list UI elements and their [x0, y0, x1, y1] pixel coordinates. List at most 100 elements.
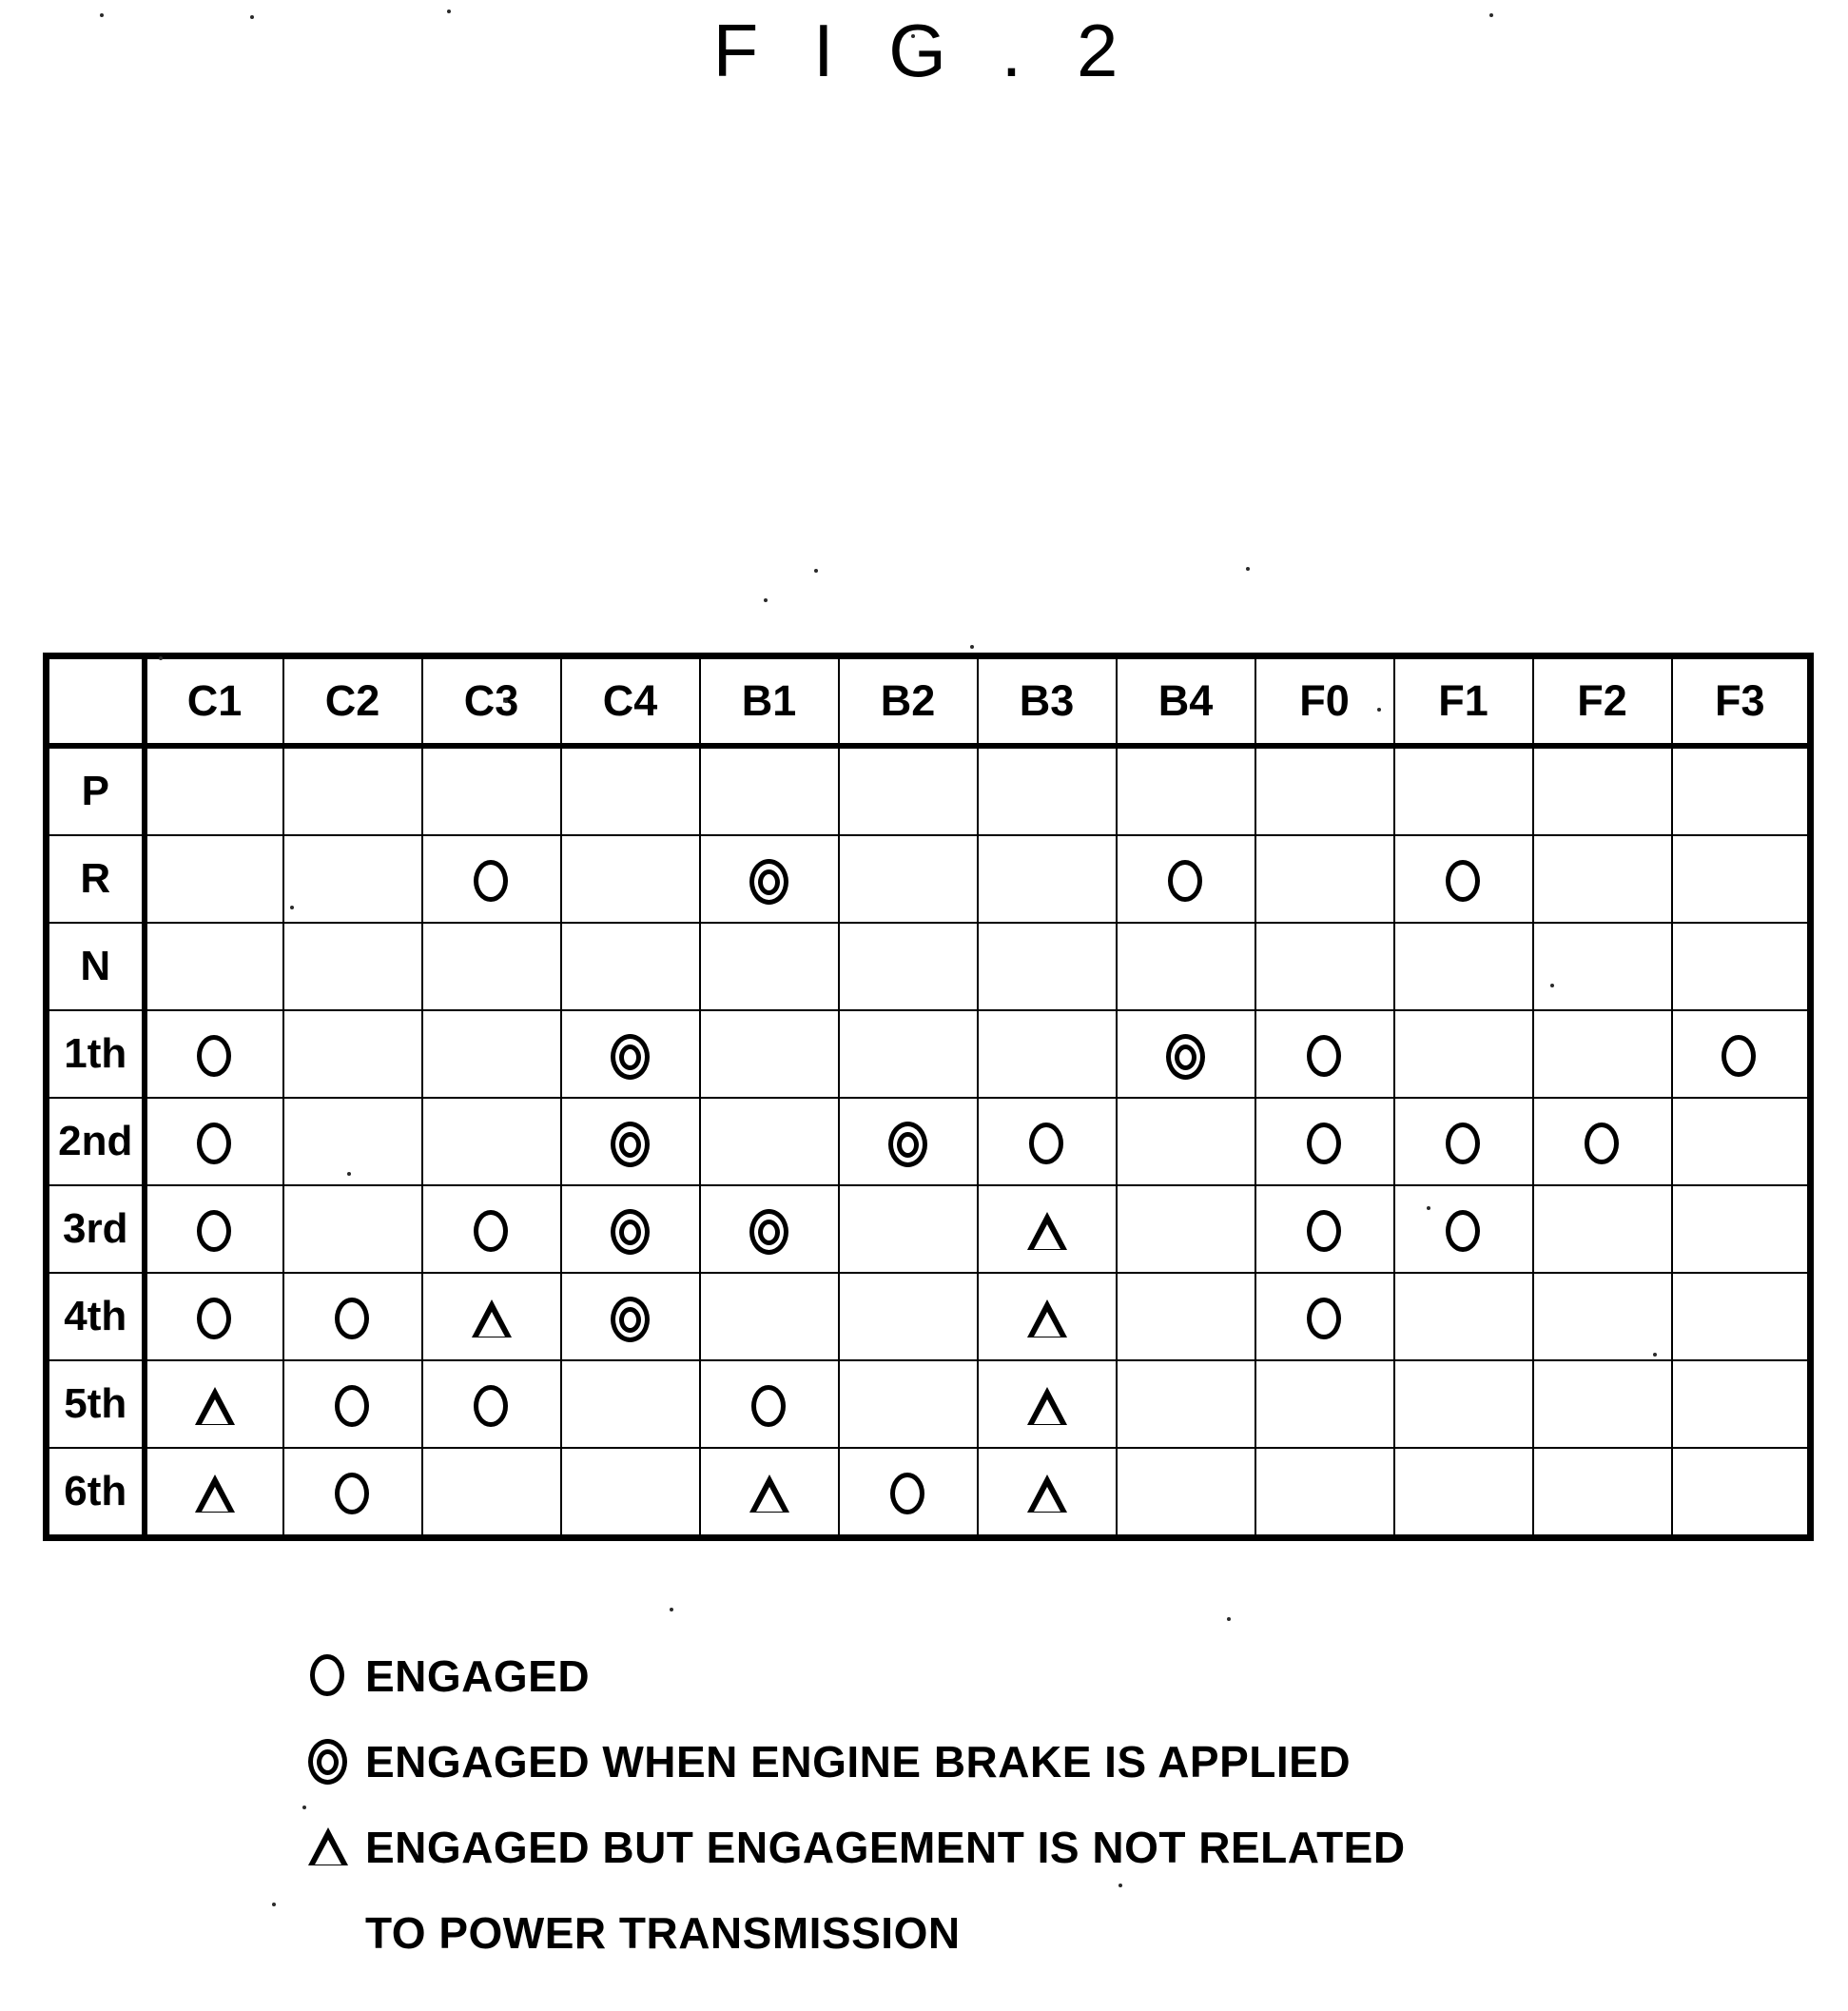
circle-symbol-icon	[306, 1654, 350, 1698]
cell-6th-b1	[698, 1447, 840, 1539]
cell-6th-f0	[1254, 1447, 1395, 1539]
circle-symbol-icon	[470, 1210, 514, 1254]
cell-6th-b4	[1115, 1447, 1256, 1539]
triangle-symbol-icon	[306, 1826, 350, 1869]
cell-3rd-f3	[1670, 1184, 1812, 1274]
triangle-symbol-icon	[1025, 1385, 1069, 1429]
circle-symbol-icon	[470, 1385, 514, 1429]
cell-r-f3	[1670, 834, 1812, 924]
table-row: 6th	[45, 1447, 1812, 1539]
dblcircle-symbol-icon	[609, 1297, 652, 1343]
circle-symbol-icon	[1303, 1035, 1347, 1079]
triangle-symbol-icon	[1025, 1210, 1069, 1254]
scan-speckle	[1653, 1353, 1657, 1357]
cell-2nd-c1	[143, 1097, 284, 1186]
cell-2nd-f0	[1254, 1097, 1395, 1186]
cell-n-f1	[1392, 922, 1534, 1011]
legend-item: ENGAGED WHEN ENGINE BRAKE IS APPLIED	[306, 1737, 1733, 1786]
cell-4th-c2	[282, 1272, 423, 1361]
cell-p-b3	[976, 745, 1118, 836]
cell-5th-c1	[143, 1359, 284, 1449]
cell-n-f0	[1254, 922, 1395, 1011]
engagement-table: C1 C2 C3 C4 B1 B2 B3 B4 F0 F1 F2 F3 P R N 1th 2nd 3rd 4th…	[43, 653, 1814, 1541]
cell-6th-f3	[1670, 1447, 1812, 1539]
cell-1th-b4	[1115, 1009, 1256, 1099]
scan-speckle	[1227, 1617, 1231, 1621]
cell-5th-f1	[1392, 1359, 1534, 1449]
cell-4th-f3	[1670, 1272, 1812, 1361]
row-header-4th: 4th	[45, 1272, 147, 1361]
row-header-n: N	[45, 922, 147, 1011]
cell-6th-f2	[1531, 1447, 1673, 1539]
column-header-b2: B2	[837, 654, 979, 749]
column-header-c4: C4	[559, 654, 701, 749]
scan-speckle	[1489, 13, 1493, 17]
column-header-f1: F1	[1392, 654, 1534, 749]
cell-4th-b4	[1115, 1272, 1256, 1361]
scan-speckle	[100, 13, 104, 17]
cell-5th-c2	[282, 1359, 423, 1449]
column-header-f0: F0	[1254, 654, 1395, 749]
scan-speckle	[159, 656, 163, 660]
cell-r-b2	[837, 834, 979, 924]
circle-symbol-icon	[331, 1298, 375, 1341]
cell-6th-b3	[976, 1447, 1118, 1539]
scan-speckle	[970, 645, 974, 649]
cell-r-f0	[1254, 834, 1395, 924]
cell-r-c2	[282, 834, 423, 924]
cell-5th-f3	[1670, 1359, 1812, 1449]
cell-3rd-b4	[1115, 1184, 1256, 1274]
scan-speckle	[911, 34, 915, 38]
cell-n-b2	[837, 922, 979, 1011]
cell-4th-c1	[143, 1272, 284, 1361]
cell-1th-b2	[837, 1009, 979, 1099]
cell-2nd-f1	[1392, 1097, 1534, 1186]
cell-n-b1	[698, 922, 840, 1011]
cell-6th-c2	[282, 1447, 423, 1539]
dblcircle-symbol-icon	[306, 1739, 350, 1785]
legend-label: ENGAGED BUT ENGAGEMENT IS NOT RELATED	[365, 1823, 1406, 1872]
cell-1th-c3	[420, 1009, 562, 1099]
cell-4th-b2	[837, 1272, 979, 1361]
column-header-c1: C1	[143, 654, 284, 749]
cell-p-f2	[1531, 745, 1673, 836]
triangle-symbol-icon	[1025, 1473, 1069, 1516]
circle-symbol-icon	[193, 1035, 237, 1079]
cell-6th-c4	[559, 1447, 701, 1539]
legend-label: ENGAGED WHEN ENGINE BRAKE IS APPLIED	[365, 1737, 1352, 1786]
cell-p-c1	[143, 745, 284, 836]
cell-p-b4	[1115, 745, 1256, 836]
cell-5th-b4	[1115, 1359, 1256, 1449]
cell-2nd-c4	[559, 1097, 701, 1186]
cell-6th-c1	[143, 1447, 284, 1539]
scan-speckle	[1427, 1206, 1430, 1210]
cell-r-b1	[698, 834, 840, 924]
cell-p-f1	[1392, 745, 1534, 836]
triangle-symbol-icon	[470, 1298, 514, 1341]
cell-3rd-b2	[837, 1184, 979, 1274]
table-row: R	[45, 834, 1812, 924]
table-row: 1th	[45, 1009, 1812, 1099]
cell-p-f0	[1254, 745, 1395, 836]
cell-1th-b1	[698, 1009, 840, 1099]
cell-p-b2	[837, 745, 979, 836]
table-row: 5th	[45, 1359, 1812, 1449]
legend-label-continuation: TO POWER TRANSMISSION	[365, 1908, 961, 1958]
circle-symbol-icon	[1303, 1210, 1347, 1254]
cell-5th-b2	[837, 1359, 979, 1449]
table-row: P	[45, 745, 1812, 836]
circle-symbol-icon	[331, 1385, 375, 1429]
row-header-3rd: 3rd	[45, 1184, 147, 1274]
triangle-symbol-icon	[748, 1473, 791, 1516]
scan-speckle	[250, 15, 254, 19]
circle-symbol-icon	[886, 1473, 930, 1516]
column-header-f3: F3	[1670, 654, 1812, 749]
cell-6th-f1	[1392, 1447, 1534, 1539]
cell-1th-f2	[1531, 1009, 1673, 1099]
legend-label: ENGAGED	[365, 1651, 591, 1701]
cell-1th-f0	[1254, 1009, 1395, 1099]
legend-item: ENGAGED	[306, 1651, 1733, 1701]
cell-3rd-f1	[1392, 1184, 1534, 1274]
cell-n-b4	[1115, 922, 1256, 1011]
scan-speckle	[272, 1903, 276, 1906]
